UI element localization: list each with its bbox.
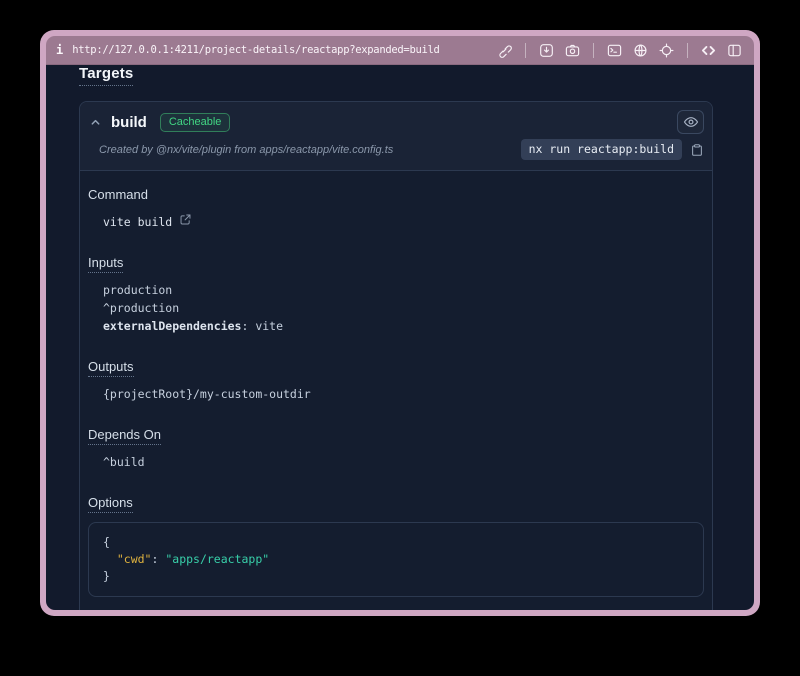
target-icon[interactable] xyxy=(657,41,676,60)
page-title: Targets xyxy=(79,65,133,86)
split-view-icon[interactable] xyxy=(725,41,744,60)
browser-window: i http://127.0.0.1:4211/project-details/… xyxy=(40,30,760,616)
cacheable-badge: Cacheable xyxy=(160,113,231,132)
command-section: Command vite build xyxy=(88,187,704,231)
globe-icon[interactable] xyxy=(631,41,650,60)
json-cwd-line: "cwd": "apps/reactapp" xyxy=(103,551,689,568)
options-json-block: { "cwd": "apps/reactapp" } xyxy=(88,522,704,597)
external-link-icon xyxy=(179,213,192,231)
toolbar-divider xyxy=(525,43,526,58)
input-item: externalDependencies: vite xyxy=(103,317,704,335)
url-bar[interactable]: http://127.0.0.1:4211/project-details/re… xyxy=(72,44,495,56)
depends-on-section: Depends On ^build xyxy=(88,427,704,471)
options-label: Options xyxy=(88,495,704,510)
build-card-header: build Cacheable Created by @nx/vite/plug… xyxy=(80,102,712,171)
json-close-brace: } xyxy=(103,568,689,585)
created-by-text: Created by @nx/vite/plugin from apps/rea… xyxy=(99,144,393,156)
inputs-label: Inputs xyxy=(88,255,704,270)
toolbar-divider xyxy=(687,43,688,58)
browser-toolbar: i http://127.0.0.1:4211/project-details/… xyxy=(46,36,754,65)
outputs-label: Outputs xyxy=(88,359,704,374)
depends-on-label: Depends On xyxy=(88,427,704,442)
command-link[interactable]: vite build xyxy=(103,213,192,231)
input-item: ^production xyxy=(103,299,704,317)
depends-on-item: ^build xyxy=(103,453,704,471)
chevron-up-icon[interactable] xyxy=(90,117,101,128)
json-open-brace: { xyxy=(103,534,689,551)
command-value: vite build xyxy=(103,213,172,231)
output-item: {projectRoot}/my-custom-outdir xyxy=(103,385,704,403)
target-card-build: build Cacheable Created by @nx/vite/plug… xyxy=(79,101,713,610)
copy-icon[interactable] xyxy=(690,143,704,157)
view-target-graph-button[interactable] xyxy=(677,110,704,134)
build-card-body: Command vite build Inputs production xyxy=(80,171,712,610)
inputs-section: Inputs production ^production externalDe… xyxy=(88,255,704,335)
target-name[interactable]: build xyxy=(111,114,147,131)
toolbar-actions xyxy=(495,41,744,60)
input-item: production xyxy=(103,281,704,299)
camera-icon[interactable] xyxy=(563,41,582,60)
code-icon[interactable] xyxy=(699,41,718,60)
info-icon: i xyxy=(56,43,63,57)
command-label: Command xyxy=(88,187,704,202)
toolbar-divider xyxy=(593,43,594,58)
link-icon[interactable] xyxy=(495,41,514,60)
outputs-section: Outputs {projectRoot}/my-custom-outdir xyxy=(88,359,704,403)
options-section: Options { "cwd": "apps/reactapp" } xyxy=(88,495,704,597)
download-icon[interactable] xyxy=(537,41,556,60)
project-details-page: Targets build Cacheable Created by @nx/v… xyxy=(46,65,754,610)
terminal-icon[interactable] xyxy=(605,41,624,60)
run-command-chip[interactable]: nx run reactapp:build xyxy=(521,139,682,160)
